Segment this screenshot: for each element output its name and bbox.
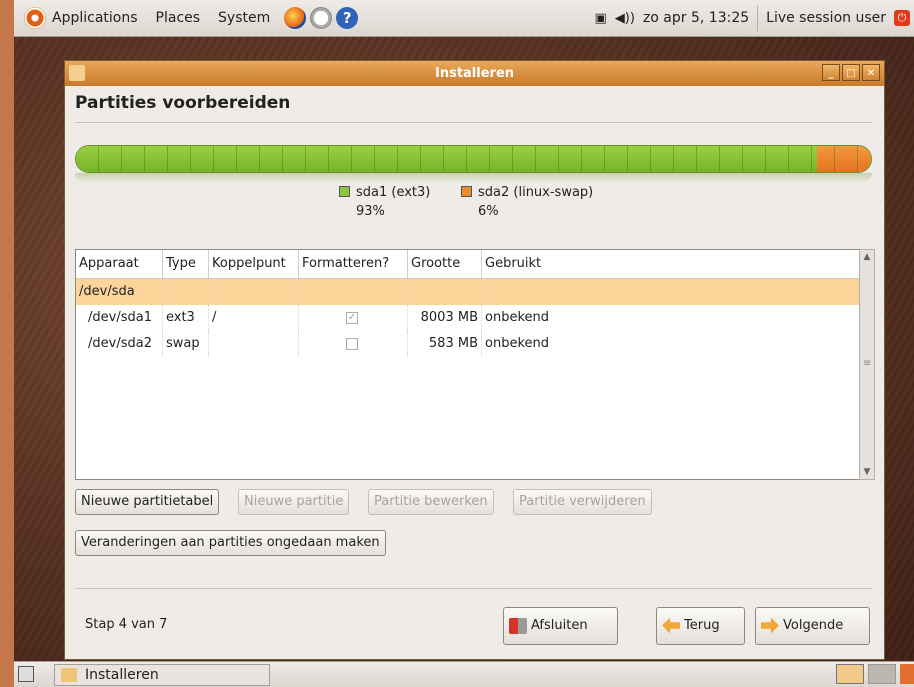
format-cell <box>299 331 408 357</box>
bottom-panel: Installeren <box>14 661 914 687</box>
mount-cell <box>209 331 299 357</box>
table-row[interactable]: /dev/sda <box>76 279 872 305</box>
legend-label: sda1 (ext3) <box>356 185 431 200</box>
legend-sda2: sda2 (linux-swap) 6% <box>461 183 593 221</box>
bar-grid <box>76 146 871 172</box>
clock[interactable]: zo apr 5, 13:25 <box>643 10 749 26</box>
firefox-icon[interactable] <box>284 7 307 29</box>
device-cell: /dev/sda <box>76 279 163 305</box>
next-label: Volgende <box>783 618 844 633</box>
used-cell: onbekend <box>485 336 549 351</box>
quit-button[interactable]: Afsluiten <box>503 607 618 645</box>
mount-cell <box>209 279 299 305</box>
size-cell <box>408 279 482 305</box>
size-cell: 8003 MB <box>408 305 482 331</box>
taskbar-item-installer[interactable]: Installeren <box>54 664 270 686</box>
device-cell: /dev/sda2 <box>76 331 163 357</box>
network-icon[interactable]: ▣ <box>594 11 606 26</box>
legend-swatch <box>461 186 472 197</box>
scroll-up-icon[interactable]: ▲ <box>860 250 874 264</box>
type-cell: ext3 <box>163 305 209 331</box>
minimize-button[interactable]: _ <box>822 64 840 81</box>
back-label: Terug <box>684 618 720 633</box>
window-title: Installeren <box>434 66 515 81</box>
next-arrow-icon <box>761 617 779 634</box>
column-header[interactable]: Formatteren? <box>299 250 408 278</box>
step-indicator: Stap 4 van 7 <box>85 617 168 632</box>
table-scrollbar[interactable]: ▲ ≡ ▼ <box>859 249 875 480</box>
ubuntu-logo-icon[interactable] <box>24 7 46 29</box>
type-cell: swap <box>163 331 209 357</box>
format-cell: ✓ <box>299 305 408 331</box>
menu-places[interactable]: Places <box>156 10 201 26</box>
menu-applications[interactable]: Applications <box>52 10 138 26</box>
table-row[interactable]: /dev/sda2 swap 583 MB onbekend <box>76 331 872 357</box>
divider <box>75 588 872 589</box>
partition-table[interactable]: Apparaat Type Koppelpunt Formatteren? Gr… <box>75 249 873 480</box>
scroll-grip-icon[interactable]: ≡ <box>863 358 871 369</box>
column-header[interactable]: Type <box>163 250 209 278</box>
delete-partition-button[interactable]: Partitie verwijderen <box>513 489 652 515</box>
installer-icon <box>61 668 77 682</box>
back-button[interactable]: Terug <box>656 607 745 645</box>
next-button[interactable]: Volgende <box>755 607 870 645</box>
close-button[interactable]: ✕ <box>862 64 880 81</box>
mail-icon[interactable] <box>310 7 333 29</box>
workspace-1[interactable] <box>836 664 864 684</box>
legend-percent: 93% <box>356 204 385 219</box>
show-desktop-icon[interactable] <box>18 666 34 682</box>
page-title: Partities voorbereiden <box>75 93 291 113</box>
column-header[interactable]: Gebruikt <box>482 250 872 278</box>
scroll-down-icon[interactable]: ▼ <box>860 465 874 479</box>
help-icon[interactable]: ? <box>336 7 359 29</box>
installer-window: Installeren _ □ ✕ Partities voorbereiden… <box>64 60 885 660</box>
device-cell: /dev/sda1 <box>76 305 163 331</box>
edit-partition-button[interactable]: Partitie bewerken <box>368 489 494 515</box>
size-cell: 583 MB <box>408 331 482 357</box>
column-header[interactable]: Koppelpunt <box>209 250 299 278</box>
taskbar-label: Installeren <box>85 667 159 683</box>
column-header[interactable]: Apparaat <box>76 250 163 278</box>
table-row[interactable]: /dev/sda1 ext3 / ✓ 8003 MB onbekend <box>76 305 872 331</box>
back-arrow-icon <box>662 617 680 634</box>
quit-label: Afsluiten <box>531 618 588 633</box>
maximize-button[interactable]: □ <box>842 64 860 81</box>
tray-separator <box>757 5 759 31</box>
format-checkbox[interactable]: ✓ <box>346 311 358 324</box>
new-partition-table-button[interactable]: Nieuwe partitietabel <box>75 489 220 515</box>
trash-icon[interactable] <box>900 664 914 684</box>
undo-changes-button[interactable]: Veranderingen aan partities ongedaan mak… <box>75 530 386 556</box>
menu-system[interactable]: System <box>218 10 270 26</box>
bar-reflection <box>75 173 872 183</box>
legend-sda1: sda1 (ext3) 93% <box>339 183 430 221</box>
new-partition-button[interactable]: Nieuwe partitie <box>238 489 350 515</box>
format-checkbox[interactable] <box>346 337 358 350</box>
type-cell <box>163 279 209 305</box>
mount-cell: / <box>209 305 299 331</box>
table-header: Apparaat Type Koppelpunt Formatteren? Gr… <box>76 250 872 279</box>
format-cell <box>299 279 408 305</box>
session-user[interactable]: Live session user <box>766 10 886 26</box>
legend-percent: 6% <box>478 204 499 219</box>
legend-swatch <box>339 186 350 197</box>
partition-bar <box>75 145 872 173</box>
quit-icon <box>509 617 527 634</box>
legend-label: sda2 (linux-swap) <box>478 185 594 200</box>
window-titlebar[interactable]: Installeren _ □ ✕ <box>65 61 884 86</box>
divider <box>75 122 872 123</box>
column-header[interactable]: Grootte <box>408 250 482 278</box>
power-icon[interactable]: ⏻ <box>894 10 910 26</box>
volume-icon[interactable]: ◀)) <box>615 11 635 26</box>
used-cell: onbekend <box>485 310 549 325</box>
top-panel: Applications Places System ? ▣ ◀)) zo ap… <box>14 0 914 37</box>
installer-icon <box>69 65 85 81</box>
used-cell <box>482 279 872 305</box>
workspace-2[interactable] <box>868 664 896 684</box>
